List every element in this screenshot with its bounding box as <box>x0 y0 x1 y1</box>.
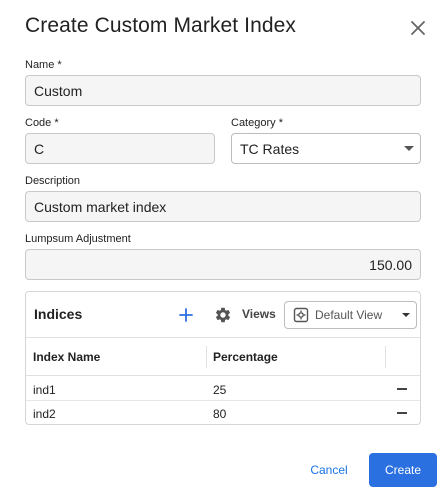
indices-title: Indices <box>34 306 83 322</box>
views-label: Views <box>242 307 276 321</box>
description-label: Description <box>25 175 81 187</box>
grid-settings-button[interactable] <box>212 304 234 326</box>
index-name-cell: ind2 <box>33 407 56 421</box>
lumpsum-label: Lumpsum Adjustment <box>25 233 131 245</box>
column-divider <box>385 346 386 368</box>
remove-row-button[interactable] <box>396 407 408 419</box>
table-row[interactable]: ind1 25 <box>26 377 420 401</box>
name-value: Custom <box>34 82 83 99</box>
table-row[interactable]: ind2 80 <box>26 401 420 425</box>
category-select[interactable]: TC Rates <box>231 133 421 164</box>
minus-icon <box>397 388 407 390</box>
gear-icon <box>215 307 231 323</box>
lumpsum-field[interactable]: 150.00 <box>25 249 421 280</box>
create-button[interactable]: Create <box>369 453 437 487</box>
code-value: C <box>34 140 45 157</box>
lumpsum-value: 150.00 <box>369 256 412 273</box>
indices-toolbar: Indices Views Default View <box>26 292 420 338</box>
code-label: Code * <box>25 117 59 129</box>
view-settings-icon <box>293 307 309 323</box>
create-custom-market-index-dialog: Create Custom Market Index Name * Custom… <box>0 0 444 493</box>
cancel-button[interactable]: Cancel <box>298 455 360 485</box>
percentage-cell: 80 <box>213 407 227 421</box>
view-select-value: Default View <box>315 308 383 322</box>
chevron-down-icon <box>404 146 414 151</box>
column-header-percentage[interactable]: Percentage <box>213 350 278 364</box>
name-field[interactable]: Custom <box>25 75 421 106</box>
grid-header: Index Name Percentage <box>26 338 420 376</box>
plus-icon <box>179 308 193 322</box>
indices-grid: Indices Views Default View Index Name Pe… <box>25 291 421 425</box>
column-divider <box>206 346 207 368</box>
name-label: Name * <box>25 59 62 71</box>
category-label: Category * <box>231 117 283 129</box>
index-name-cell: ind1 <box>33 383 56 397</box>
description-field[interactable]: Custom market index <box>25 191 421 222</box>
code-field[interactable]: C <box>25 133 215 164</box>
close-button[interactable] <box>406 16 430 40</box>
category-value: TC Rates <box>240 140 300 157</box>
add-index-button[interactable] <box>176 305 196 325</box>
minus-icon <box>397 412 407 414</box>
close-icon <box>411 21 425 35</box>
description-value: Custom market index <box>34 198 167 215</box>
remove-row-button[interactable] <box>396 383 408 395</box>
chevron-down-icon <box>402 313 410 317</box>
dialog-title: Create Custom Market Index <box>25 14 297 37</box>
column-header-index-name[interactable]: Index Name <box>33 350 100 364</box>
percentage-cell: 25 <box>213 383 227 397</box>
view-select[interactable]: Default View <box>284 301 417 329</box>
